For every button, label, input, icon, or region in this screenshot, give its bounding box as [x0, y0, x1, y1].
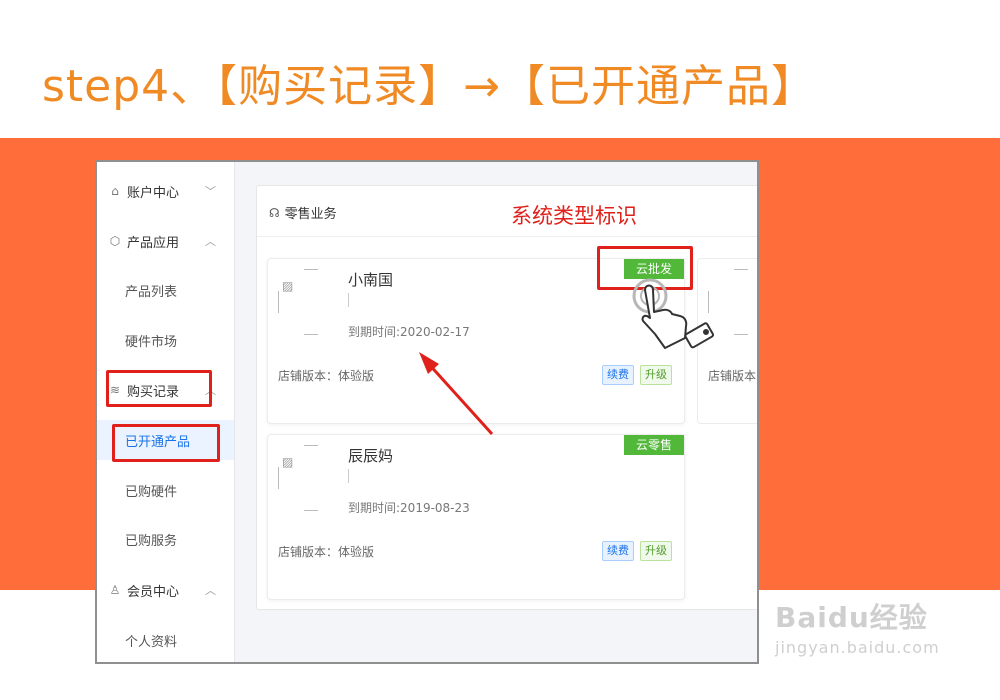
red-arrow-icon	[419, 352, 494, 436]
step-title: step4、【购买记录】→【已开通产品】	[42, 61, 817, 112]
app-screenshot: ⌂ 账户中心 ﹀ ⬡ 产品应用 ︿ 产品列表 硬件市场 ≋ 购买记录 ︿ 已开通…	[95, 160, 759, 664]
annotation-overlay	[419, 278, 715, 436]
baidu-jingyan-watermark: Baidu经验 jingyan.baidu.com	[775, 596, 940, 657]
watermark-logo: Baidu经验	[775, 601, 928, 634]
watermark-url: jingyan.baidu.com	[775, 638, 940, 657]
pointer-hand-icon	[632, 278, 715, 349]
